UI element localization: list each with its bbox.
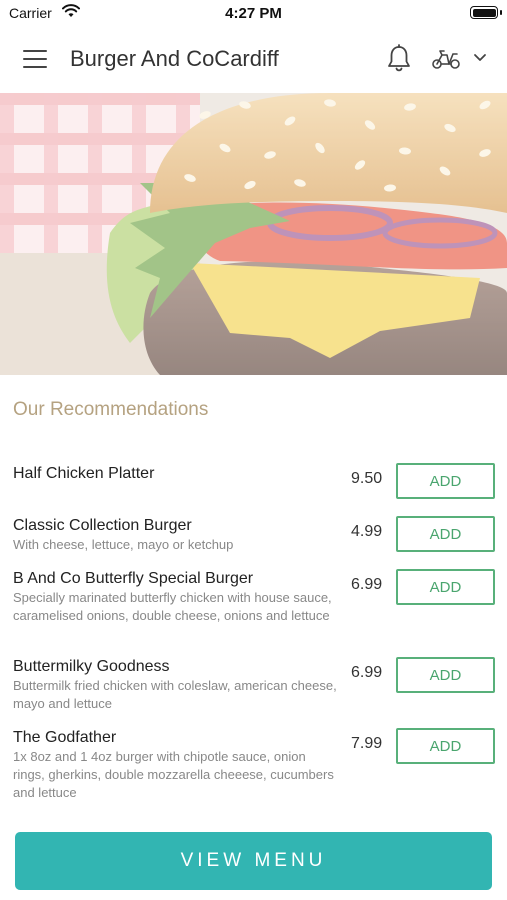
list-item: Buttermilky Goodness Buttermilk fried ch… (13, 657, 495, 728)
add-button[interactable]: ADD (396, 728, 495, 764)
item-description: With cheese, lettuce, mayo or ketchup (13, 537, 234, 552)
item-description: Buttermilk fried chicken with coleslaw, … (13, 678, 337, 711)
delivery-scooter-icon[interactable] (431, 48, 461, 70)
page-title: Burger And CoCardiff (70, 46, 279, 71)
item-description: 1x 8oz and 1 4oz burger with chipotle sa… (13, 749, 334, 800)
hero-image (0, 93, 507, 375)
section-title: Our Recommendations (13, 399, 209, 420)
item-name: Classic Collection Burger (13, 517, 192, 534)
recommendations-list: Half Chicken Platter 9.50 ADD Classic Co… (13, 463, 495, 818)
item-price: 6.99 (351, 664, 383, 681)
chevron-down-icon[interactable] (473, 53, 487, 62)
app-header: Burger And CoCardiff (0, 26, 507, 93)
add-button[interactable]: ADD (396, 569, 495, 605)
clock: 4:27 PM (225, 5, 282, 22)
item-price: 4.99 (351, 523, 383, 540)
item-price: 9.50 (351, 470, 383, 487)
item-name: Half Chicken Platter (13, 465, 155, 482)
view-menu-button[interactable]: VIEW MENU (15, 832, 492, 890)
list-item: Half Chicken Platter 9.50 ADD (13, 463, 495, 516)
burger-photo (0, 93, 507, 375)
menu-icon[interactable] (23, 50, 47, 68)
add-button[interactable]: ADD (396, 463, 495, 499)
status-bar: Carrier 4:27 PM (0, 0, 507, 26)
add-button[interactable]: ADD (396, 516, 495, 552)
item-name: The Godfather (13, 729, 117, 746)
bell-icon[interactable] (386, 44, 412, 74)
item-price: 6.99 (351, 576, 383, 593)
item-name: Buttermilky Goodness (13, 658, 170, 675)
battery-tip (500, 10, 502, 15)
list-item: Classic Collection Burger With cheese, l… (13, 516, 495, 569)
item-description: Specially marinated butterfly chicken wi… (13, 590, 332, 623)
battery-icon (470, 6, 498, 19)
list-item: B And Co Butterfly Special Burger Specia… (13, 569, 495, 657)
item-price: 7.99 (351, 735, 383, 752)
list-item: The Godfather 1x 8oz and 1 4oz burger wi… (13, 728, 495, 818)
item-name: B And Co Butterfly Special Burger (13, 570, 254, 587)
add-button[interactable]: ADD (396, 657, 495, 693)
